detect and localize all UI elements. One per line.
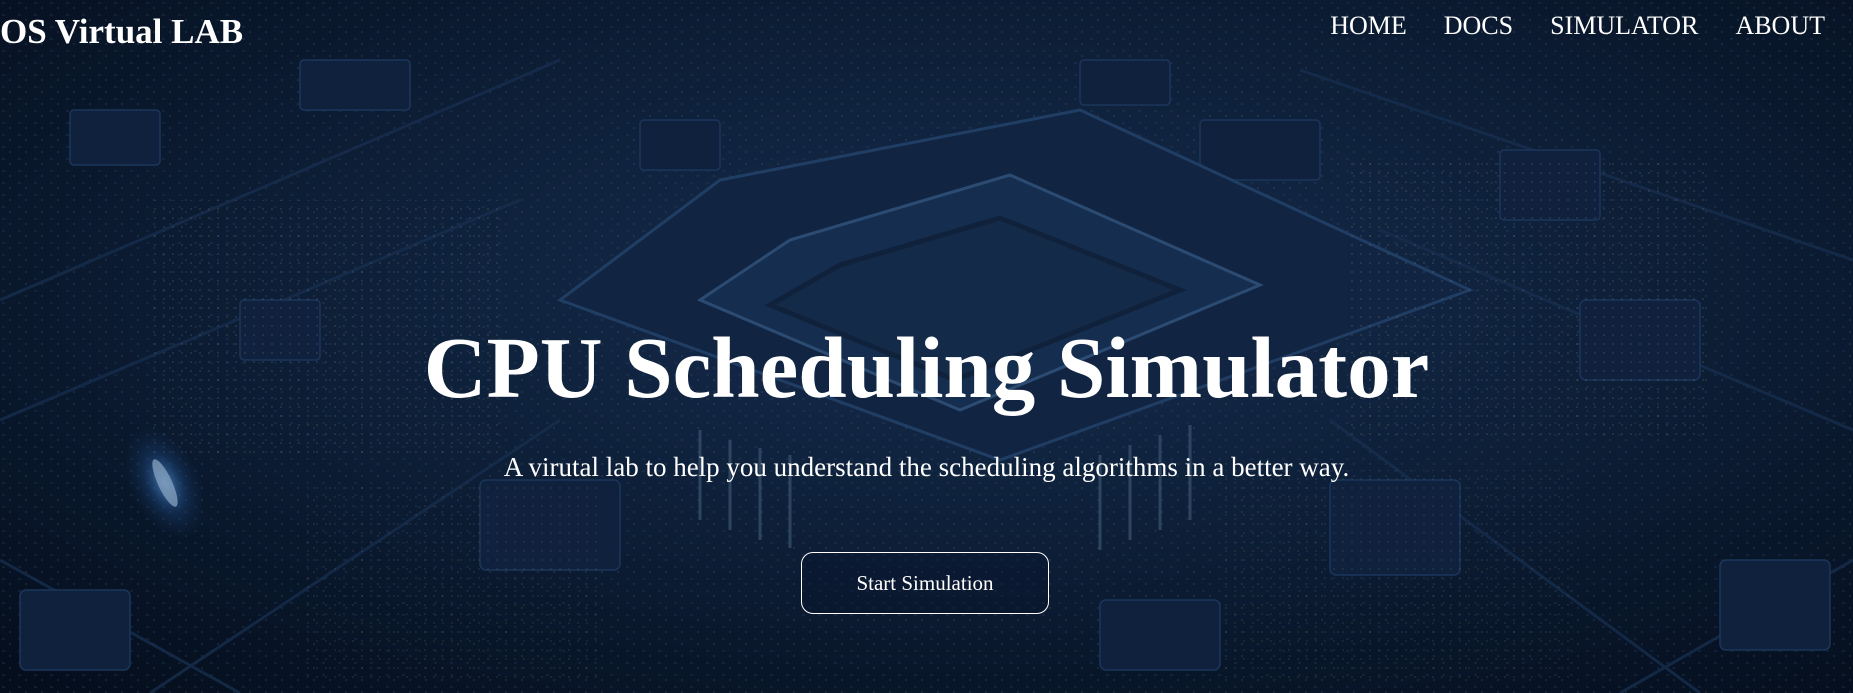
main-nav: HOME DOCS SIMULATOR ABOUT: [1330, 8, 1825, 44]
start-simulation-button[interactable]: Start Simulation: [801, 552, 1049, 614]
brand-title[interactable]: OS Virtual LAB: [0, 10, 243, 54]
hero-section: OS Virtual LAB HOME DOCS SIMULATOR ABOUT…: [0, 0, 1853, 693]
nav-simulator-link[interactable]: SIMULATOR: [1550, 8, 1698, 44]
hero-subtitle: A virutal lab to help you understand the…: [503, 452, 1350, 482]
nav-docs-link[interactable]: DOCS: [1444, 8, 1513, 44]
hero-title: CPU Scheduling Simulator: [423, 319, 1430, 416]
nav-home-link[interactable]: HOME: [1330, 8, 1407, 44]
nav-about-link[interactable]: ABOUT: [1735, 8, 1825, 44]
